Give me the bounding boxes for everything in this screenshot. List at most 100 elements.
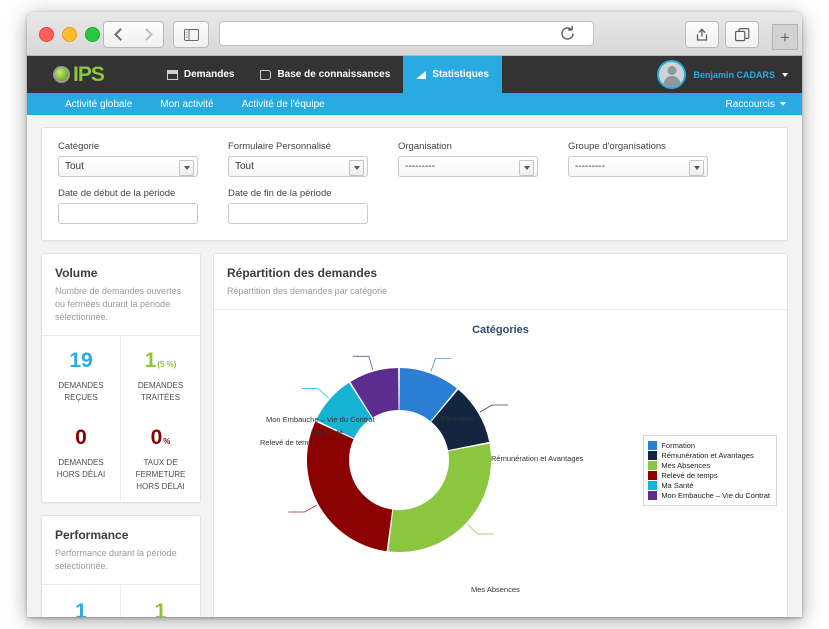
legend-swatch <box>648 451 658 461</box>
sidebar-icon <box>183 28 199 41</box>
filter-organisation-value: --------- <box>405 161 435 172</box>
repartition-title: Répartition des demandes <box>227 266 378 280</box>
nav-item-base-label: Base de connaissances <box>277 69 391 80</box>
close-window-button[interactable] <box>39 27 54 42</box>
legend-label: Formation <box>661 441 696 451</box>
subnav-item-activite-equipe[interactable]: Activité de l'équipe <box>228 99 339 110</box>
chevron-down-icon <box>179 160 194 176</box>
performance-panel: Performance Performance durant la périod… <box>41 515 201 617</box>
subnav-item-activite-globale[interactable]: Activité globale <box>51 99 146 110</box>
slice-leader-line <box>467 524 494 535</box>
logo-text: IPS <box>73 62 105 86</box>
volume-kpis: 19 DEMANDES REÇUES 1(5 %) DEMANDES TRAIT… <box>42 336 200 503</box>
kpi-demandes-traitees: 1(5 %) DEMANDES TRAITÉES <box>121 336 200 413</box>
slice-label-releve-de-temps: Relevé de temps <box>260 438 317 448</box>
kpi-demandes-traitees-value: 1(5 %) <box>125 350 196 371</box>
user-menu[interactable]: Benjamin CADARS <box>657 56 788 93</box>
filter-groupe-select[interactable]: --------- <box>568 156 708 177</box>
filter-formulaire-label: Formulaire Personnalisé <box>228 141 331 152</box>
shortcuts-label: Raccourcis <box>725 98 775 110</box>
reload-button[interactable] <box>559 25 576 42</box>
slice-label-formation: Formation <box>441 414 475 424</box>
back-button[interactable] <box>103 21 135 48</box>
filter-groupe-label: Groupe d'organisations <box>568 141 666 152</box>
chevron-left-icon <box>114 28 127 41</box>
kpi-demandes-traitees-percent: (5 %) <box>157 360 177 370</box>
shortcuts-menu[interactable]: Raccourcis <box>726 99 786 110</box>
browser-window: + IPS Demandes Base de connaissances Sta… <box>27 12 802 617</box>
legend-item-formation[interactable]: Formation <box>648 441 770 451</box>
legend-item-mon-embauche[interactable]: Mon Embauche – Vie du Contrat <box>648 491 770 501</box>
nav-item-statistiques-label: Statistiques <box>432 69 489 80</box>
legend-item-ma-sante[interactable]: Ma Santé <box>648 481 770 491</box>
kpi-demandes-recues-label: DEMANDES REÇUES <box>58 381 104 402</box>
chevron-down-icon <box>782 72 788 77</box>
show-tabs-button[interactable] <box>725 21 759 48</box>
filter-groupe-organisations: Groupe d'organisations --------- <box>568 141 708 177</box>
address-bar[interactable] <box>219 21 594 46</box>
kpi-taux-fermeture-value: 0% <box>125 427 196 448</box>
app-sub-navigation: Activité globale Mon activité Activité d… <box>27 93 802 115</box>
filter-categorie-label: Catégorie <box>58 141 100 152</box>
performance-kpis: 1 1 <box>42 585 200 617</box>
filter-categorie-select[interactable]: Tout <box>58 156 198 177</box>
slice-label-mes-absences: Mes Absences <box>471 585 520 595</box>
logo-orb-icon <box>53 66 70 83</box>
kpi-hors-delai: 0 DEMANDES HORS DÉLAI <box>42 413 121 503</box>
legend-item-mes-absences[interactable]: Mes Absences <box>648 461 770 471</box>
subnav-item-mon-activite[interactable]: Mon activité <box>146 99 227 110</box>
repartition-panel: Répartition des demandes Répartition des… <box>213 253 788 617</box>
browser-titlebar: + <box>27 12 802 56</box>
application-body: IPS Demandes Base de connaissances Stati… <box>27 56 802 617</box>
perf-kpi-2-value: 1 <box>154 600 167 617</box>
new-tab-button[interactable]: + <box>772 24 798 50</box>
legend-item-releve-de-temps[interactable]: Relevé de temps <box>648 471 770 481</box>
perf-kpi-1-value: 1 <box>75 600 87 617</box>
page-content: Catégorie Tout Formulaire Personnalisé T… <box>27 115 802 617</box>
kpi-demandes-recues-value: 19 <box>69 349 93 373</box>
volume-panel: Volume Nombre de demandes ouvertes ou fe… <box>41 253 201 504</box>
legend-item-remuneration[interactable]: Rémunération et Avantages <box>648 451 770 461</box>
donut-slice[interactable] <box>388 443 491 553</box>
share-icon <box>696 28 708 41</box>
sidebar-toggle-button[interactable] <box>173 21 209 48</box>
nav-item-demandes[interactable]: Demandes <box>154 56 248 93</box>
nav-item-base-de-connaissances[interactable]: Base de connaissances <box>247 56 403 93</box>
filter-date-fin-label: Date de fin de la période <box>228 188 332 199</box>
filter-date-debut: Date de début de la période <box>58 188 198 224</box>
filter-formulaire-select[interactable]: Tout <box>228 156 368 177</box>
avatar <box>657 60 687 89</box>
app-logo[interactable]: IPS <box>53 62 105 87</box>
filters-row-2: Date de début de la période Date de fin … <box>58 188 771 224</box>
filter-date-debut-label: Date de début de la période <box>58 188 176 199</box>
window-controls <box>39 27 100 42</box>
user-name: Benjamin CADARS <box>693 69 775 80</box>
filter-organisation-label: Organisation <box>398 141 452 152</box>
date-debut-input[interactable] <box>58 203 198 224</box>
donut-slice[interactable] <box>307 421 393 552</box>
filter-organisation: Organisation --------- <box>398 141 538 177</box>
chart-icon <box>416 70 427 79</box>
document-icon <box>166 69 178 80</box>
kpi-hors-delai-value: 0 <box>75 426 87 450</box>
share-button[interactable] <box>685 21 719 48</box>
volume-subtitle: Nombre de demandes ouvertes ou fermées d… <box>55 286 182 323</box>
forward-button[interactable] <box>133 21 164 48</box>
date-fin-input[interactable] <box>228 203 368 224</box>
nav-item-statistiques[interactable]: Statistiques <box>403 56 502 93</box>
volume-panel-header: Volume Nombre de demandes ouvertes ou fe… <box>42 254 200 337</box>
chevron-down-icon <box>689 160 704 176</box>
screenshot-root: + IPS Demandes Base de connaissances Sta… <box>0 0 829 629</box>
kpi-taux-fermeture-percent: % <box>163 437 171 447</box>
legend-swatch <box>648 461 658 471</box>
kpi-hors-delai-label: DEMANDES HORS DÉLAI <box>56 458 106 479</box>
kpi-taux-fermeture: 0% TAUX DE FERMETURE HORS DÉLAI <box>121 413 200 502</box>
minimize-window-button[interactable] <box>62 27 77 42</box>
performance-subtitle: Performance durant la période sélectionn… <box>55 548 177 572</box>
repartition-subtitle: Répartition des demandes par catégorie <box>227 286 388 296</box>
legend-swatch <box>648 471 658 481</box>
chevron-down-icon <box>519 160 534 176</box>
reload-icon <box>561 25 574 40</box>
filter-organisation-select[interactable]: --------- <box>398 156 538 177</box>
maximize-window-button[interactable] <box>85 27 100 42</box>
